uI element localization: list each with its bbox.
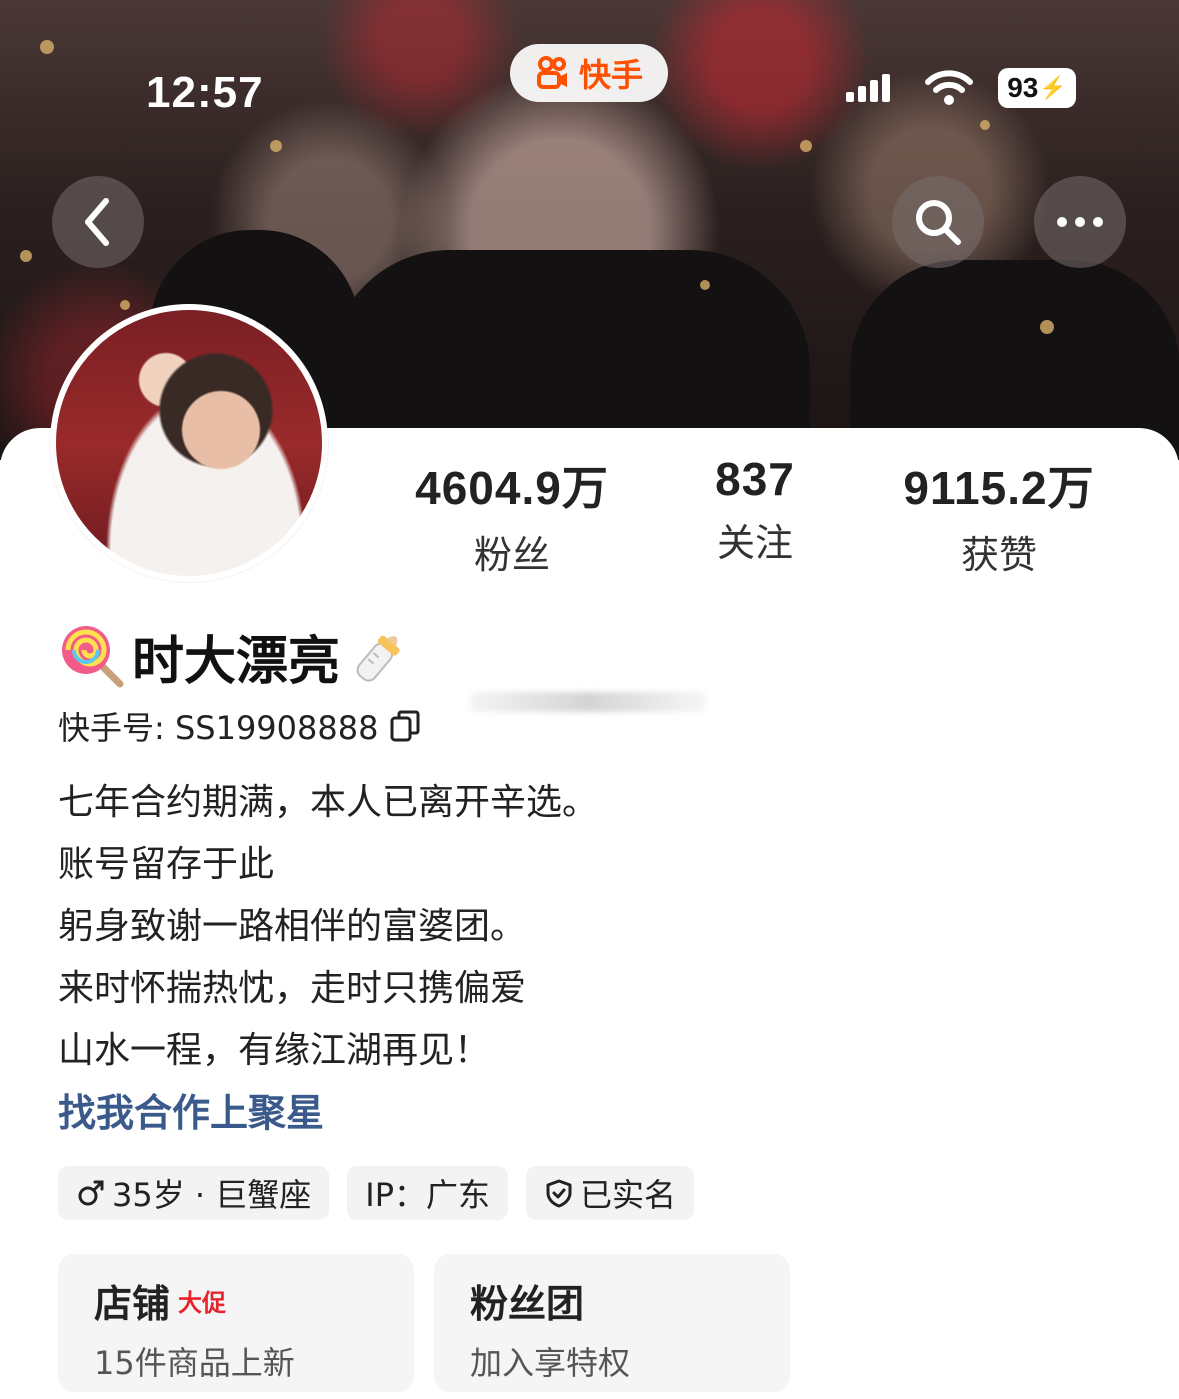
blurred-badge [470,692,706,712]
confetti [700,280,710,290]
more-button[interactable] [1034,176,1126,268]
confetti [120,300,130,310]
nickname-row: 时大漂亮 [58,618,414,694]
confetti [270,140,282,152]
stat-likes[interactable]: 9115.2万 获赞 [893,452,1105,579]
account-id-row: 快手号: SS19908888 [58,704,420,748]
tag-ip-location-text: IP：广东 [365,1176,490,1214]
status-time: 12:57 [146,68,264,117]
bio: 七年合约期满，本人已离开辛选。 账号留存于此 躬身致谢一路相伴的富婆团。 来时怀… [58,772,958,1144]
shop-tile[interactable]: 店铺 大促 15件商品上新 [58,1254,414,1392]
confetti [20,250,32,262]
bio-line: 来时怀揣热忱，走时只携偏爱 [58,968,527,1009]
stat-likes-label: 获赞 [960,533,1037,577]
bio-line: 躬身致谢一路相伴的富婆团。 [58,906,527,947]
chevron-left-icon [85,198,109,246]
shop-tile-title: 店铺 [94,1281,171,1326]
kuaishou-logo-icon [536,56,567,89]
lollipop-emoji-icon [62,626,124,688]
shop-tile-title-row: 店铺 大促 [94,1276,378,1326]
app-indicator-pill[interactable]: 快手 [510,44,668,102]
feature-tiles: 店铺 大促 15件商品上新 粉丝团 加入享特权 [58,1254,790,1392]
bio-line: 账号留存于此 [58,844,275,885]
bio-line: 山水一程，有缘江湖再见！ [58,1030,491,1071]
stat-fans[interactable]: 4604.9万 粉丝 [398,452,626,579]
more-dots-icon [1057,217,1103,227]
battery-level: 93 [1007,72,1039,103]
cellular-signal-icon [846,74,890,102]
account-id: 快手号: SS19908888 [58,709,379,747]
promo-badge: 大促 [178,1288,227,1317]
profile-tags: 35岁 · 巨蟹座 IP：广东 已实名 [58,1166,695,1220]
charging-bolt-icon: ⚡ [1039,75,1067,100]
confetti [800,140,812,152]
back-button[interactable] [52,176,144,268]
status-bar: 12:57 快手 93 ⚡ [0,40,1179,140]
stat-likes-value: 9115.2万 [903,462,1095,514]
cooperation-link[interactable]: 找我合作上聚星 [58,1082,958,1144]
tag-age-zodiac: 35岁 · 巨蟹座 [58,1166,330,1220]
shield-check-icon [546,1179,572,1208]
male-icon [78,1180,104,1206]
fan-club-tile-title: 粉丝团 [470,1281,585,1326]
fan-club-tile[interactable]: 粉丝团 加入享特权 [434,1254,790,1392]
baby-bottle-emoji-icon [356,635,400,682]
shop-tile-subtitle: 15件商品上新 [94,1344,295,1382]
tag-ip-location: IP：广东 [347,1166,508,1220]
search-button[interactable] [892,176,984,268]
tag-age-zodiac-text: 35岁 · 巨蟹座 [112,1176,312,1214]
stat-following[interactable]: 837 关注 [690,452,820,567]
stat-following-label: 关注 [716,521,793,565]
tag-verified-text: 已实名 [580,1176,677,1214]
battery-indicator: 93 ⚡ [998,68,1076,108]
confetti [1040,320,1054,334]
wifi-icon [925,70,973,105]
stat-following-value: 837 [715,453,795,505]
nickname: 时大漂亮 [132,631,341,692]
search-icon [916,200,961,245]
fan-club-tile-subtitle: 加入享特权 [470,1344,631,1382]
avatar[interactable] [50,304,328,582]
stat-fans-label: 粉丝 [473,533,550,577]
bio-line: 七年合约期满，本人已离开辛选。 [58,782,599,823]
fan-club-tile-title-row: 粉丝团 [470,1276,754,1326]
app-name: 快手 [578,56,643,94]
tag-verified[interactable]: 已实名 [526,1166,695,1220]
stat-fans-value: 4604.9万 [415,462,609,514]
copy-icon[interactable] [390,710,420,742]
